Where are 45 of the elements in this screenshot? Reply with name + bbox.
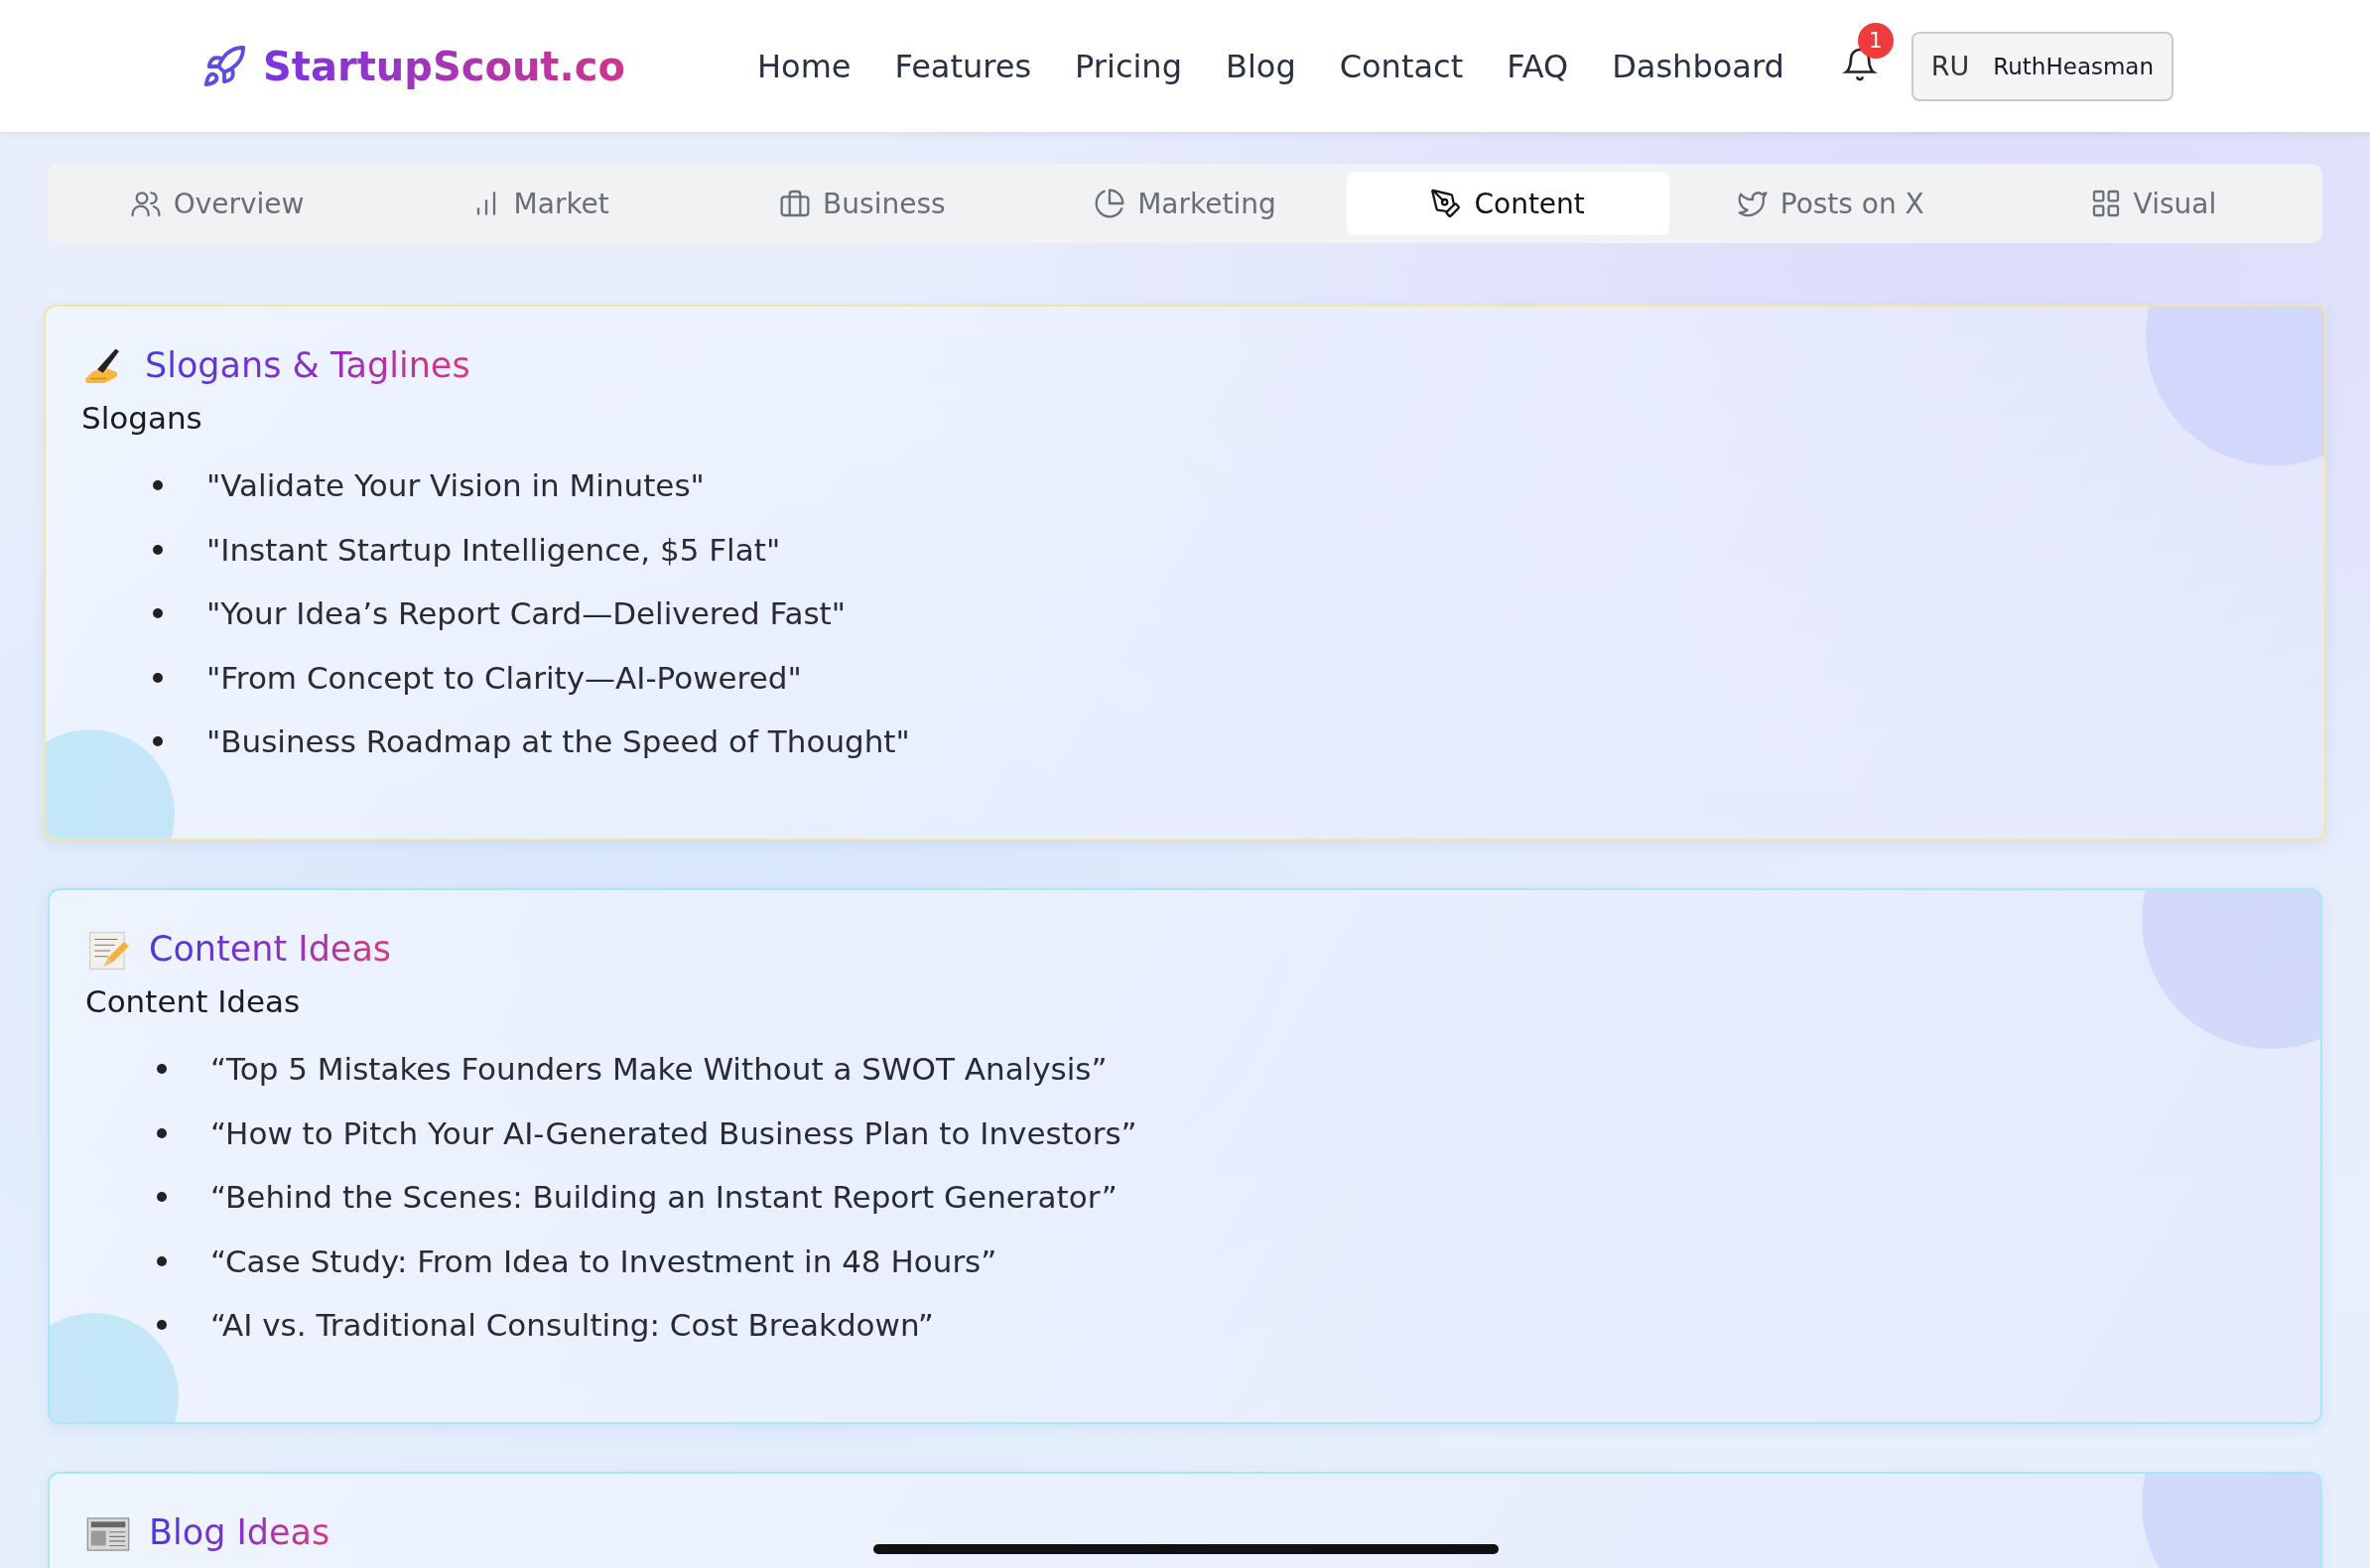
nav-link[interactable]: Dashboard — [1612, 47, 1784, 85]
bullet-icon — [157, 1192, 167, 1203]
tab[interactable]: Posts on X — [1668, 172, 1992, 235]
bullet-icon — [157, 1255, 167, 1266]
section-subtitle: Slogans — [81, 400, 203, 436]
list-item: "Your Idea’s Report Card—Delivered Fast" — [206, 595, 846, 632]
bullet-icon — [157, 1064, 167, 1075]
nav-link[interactable]: Contact — [1339, 47, 1464, 85]
bullet-icon — [157, 1127, 167, 1138]
list-item: “Top 5 Mistakes Founders Make Without a SWOT Analysis” — [210, 1051, 1108, 1088]
notification-bell-icon[interactable] — [1841, 46, 1878, 82]
notification-badge: 1 — [1857, 22, 1894, 59]
pie-chart-icon — [1094, 188, 1126, 219]
tab[interactable]: Business — [701, 172, 1024, 235]
list-item: "Instant Startup Intelligence, $5 Flat" — [206, 531, 781, 568]
bullet-icon — [153, 608, 163, 619]
section-subtitle: Content Ideas — [85, 983, 302, 1019]
list-item: "From Concept to Clarity—AI-Powered" — [206, 659, 802, 696]
tab[interactable]: Content — [1346, 172, 1669, 235]
nav-link[interactable]: FAQ — [1507, 47, 1569, 85]
nav-link[interactable]: Home — [757, 47, 852, 85]
nav-link[interactable]: Pricing — [1075, 47, 1182, 85]
nav-link[interactable]: Blog — [1225, 47, 1296, 85]
bullet-icon — [153, 480, 163, 491]
tab[interactable]: Overview — [56, 172, 379, 235]
bullet-icon — [153, 672, 163, 683]
tab[interactable]: Visual — [1991, 172, 2314, 235]
list-item: “AI vs. Traditional Consulting: Cost Breakdown” — [210, 1307, 934, 1344]
list-item: "Validate Your Vision in Minutes" — [206, 467, 705, 504]
list-item: “How to Pitch Your AI-Generated Business Plan to Investors” — [210, 1114, 1137, 1151]
bullet-icon — [153, 544, 163, 555]
list-item: “Behind the Scenes: Building an Instant Report Generator” — [210, 1179, 1118, 1216]
bullet-icon — [157, 1320, 167, 1331]
user-name: RuthHeasman — [1993, 53, 2155, 79]
rocket-icon — [201, 43, 247, 89]
bullet-icon — [153, 736, 163, 747]
list-item: “Case Study: From Idea to Investment in 48 Hours” — [210, 1242, 997, 1279]
pen-tool-icon — [1430, 188, 1463, 219]
tab[interactable]: Market — [378, 172, 702, 235]
list-item: "Business Roadmap at the Speed of Thought" — [206, 723, 910, 760]
briefcase-icon — [779, 188, 812, 219]
nav-link[interactable]: Features — [894, 47, 1032, 85]
tab[interactable]: Marketing — [1023, 172, 1347, 235]
user-initials: RU — [1930, 51, 1970, 81]
user-menu-button[interactable]: RU RuthHeasman — [1910, 31, 2174, 101]
